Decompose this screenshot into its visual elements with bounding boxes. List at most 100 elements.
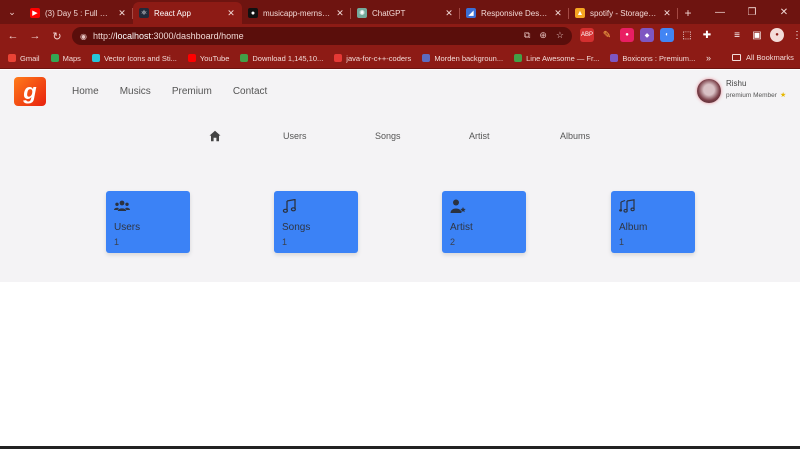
bookmark-label: Morden backgroun...	[434, 53, 504, 63]
all-bookmarks-button[interactable]: All Bookmarks	[732, 53, 794, 62]
profile-icon[interactable]: ●	[770, 28, 784, 42]
subnav-users[interactable]: Users	[283, 131, 307, 141]
tab-search-chevron-icon[interactable]: ⌄	[0, 0, 24, 24]
close-window-icon[interactable]: ✕	[768, 7, 800, 18]
app-logo[interactable]: g	[14, 77, 46, 106]
tab-title: musicapp-mernstack	[263, 8, 331, 18]
reading-list-icon[interactable]: ≡	[730, 28, 744, 42]
forward-button[interactable]: →	[24, 30, 46, 42]
bookmark-item[interactable]: Vector Icons and Sti...	[91, 53, 177, 63]
album-icon	[619, 199, 635, 213]
side-panel-icon[interactable]: ▣	[750, 28, 764, 42]
card-users[interactable]: Users 1	[106, 191, 190, 253]
nav-contact[interactable]: Contact	[233, 86, 267, 97]
bookmark-favicon-icon	[422, 54, 431, 62]
zoom-icon[interactable]: ⊕	[539, 30, 547, 41]
bookmark-favicon-icon	[8, 54, 16, 62]
bookmark-item[interactable]: Gmail	[8, 54, 40, 63]
subnav-songs[interactable]: Songs	[375, 131, 401, 141]
puzzle-extensions-icon[interactable]: ✚	[700, 28, 714, 42]
pen-extension-icon[interactable]: ✎	[600, 28, 614, 42]
new-tab-button[interactable]: +	[678, 2, 698, 24]
site-info-icon[interactable]: ◉	[80, 32, 87, 41]
browser-tab[interactable]: ▶ (3) Day 5 : Full Stack ✕	[24, 2, 133, 24]
bookmark-favicon-icon	[514, 54, 523, 62]
music-note-icon	[282, 198, 296, 213]
bookmark-label: YouTube	[199, 53, 230, 63]
bookmark-favicon-icon	[187, 54, 196, 62]
tab-close-icon[interactable]: ✕	[335, 8, 345, 19]
color-extension-icon[interactable]: ●	[620, 28, 634, 42]
tab-close-icon[interactable]: ✕	[444, 8, 454, 19]
card-count: 1	[114, 237, 120, 247]
subnav-albums[interactable]: Albums	[560, 131, 590, 141]
tab-close-icon[interactable]: ✕	[662, 8, 672, 19]
reload-button[interactable]: ↻	[46, 30, 68, 43]
tab-title: spotify - Storage - Fi	[590, 8, 658, 18]
minimize-icon[interactable]: —	[704, 7, 736, 18]
card-count: 2	[450, 237, 456, 247]
screenshot-extension-icon[interactable]: ⬚	[680, 28, 694, 42]
tab-title: React App	[154, 8, 191, 18]
browser-tab[interactable]: ◢ Responsive Design - ✕	[460, 2, 569, 24]
browser-tab[interactable]: ⚛ React App ✕	[133, 2, 242, 24]
card-title: Songs	[282, 222, 311, 233]
card-title: Artist	[450, 222, 473, 233]
browser-tab[interactable]: ▲ spotify - Storage - Fi ✕	[569, 2, 678, 24]
purple-extension-icon[interactable]: ◆	[640, 28, 654, 42]
subnav-artist[interactable]: Artist	[469, 131, 490, 141]
nav-home[interactable]: Home	[72, 86, 99, 97]
browser-tab[interactable]: ● musicapp-mernstack ✕	[242, 2, 351, 24]
tab-favicon-icon: ◢	[466, 8, 476, 18]
bookmark-item[interactable]: java-for-c++-coders	[334, 54, 411, 63]
browser-menu-icon[interactable]: ⋮	[790, 28, 800, 42]
bookmark-star-icon[interactable]: ☆	[556, 30, 564, 41]
bookmark-favicon-icon	[91, 54, 100, 62]
user-profile[interactable]: Rishu premium Member ★	[697, 79, 786, 103]
tab-favicon-icon: ⚛	[139, 8, 149, 18]
bookmark-label: Gmail	[20, 53, 40, 63]
bookmark-item[interactable]: YouTube	[187, 53, 230, 63]
bookmark-favicon-icon	[240, 54, 249, 62]
tab-close-icon[interactable]: ✕	[226, 8, 236, 19]
bookmark-item[interactable]: Download 1,145,10...	[240, 54, 323, 63]
nav-musics[interactable]: Musics	[120, 86, 151, 97]
home-icon[interactable]	[209, 130, 221, 142]
tab-close-icon[interactable]: ✕	[553, 8, 563, 19]
address-bar[interactable]: ◉ http://localhost:3000/dashboard/home ⧉…	[72, 27, 572, 45]
avatar[interactable]	[697, 79, 721, 103]
browser-tab[interactable]: ✺ ChatGPT ✕	[351, 2, 460, 24]
card-title: Users	[114, 222, 141, 233]
bookmark-label: Line Awesome — Fr...	[526, 53, 600, 63]
blue-extension-icon[interactable]: ◐	[660, 28, 674, 42]
tab-favicon-icon: ●	[248, 8, 258, 18]
bookmark-item[interactable]: Line Awesome — Fr...	[514, 54, 599, 63]
user-name: Rishu	[726, 79, 747, 88]
restore-icon[interactable]: ❐	[736, 7, 768, 18]
bookmark-label: Boxicons : Premium...	[622, 53, 696, 63]
star-icon: ★	[779, 92, 787, 99]
tab-close-icon[interactable]: ✕	[117, 8, 127, 19]
card-count: 1	[282, 237, 288, 247]
bookmark-favicon-icon	[610, 54, 619, 62]
card-count: 1	[619, 237, 625, 247]
card-artist[interactable]: Artist 2	[442, 191, 526, 253]
artist-icon	[450, 199, 466, 213]
adblock-extension-icon[interactable]: ABP	[580, 28, 594, 42]
bookmark-favicon-icon	[50, 54, 59, 62]
main-nav: Home Musics Premium Contact	[72, 86, 288, 97]
bookmark-item[interactable]: Morden backgroun...	[422, 54, 503, 63]
bookmark-label: Vector Icons and Sti...	[103, 53, 177, 63]
bookmark-item[interactable]: Boxicons : Premium...	[610, 54, 695, 63]
bookmark-favicon-icon	[334, 54, 343, 62]
nav-premium[interactable]: Premium	[172, 86, 212, 97]
url-text: http://localhost:3000/dashboard/home	[92, 31, 244, 41]
install-app-icon[interactable]: ⧉	[524, 30, 530, 41]
card-songs[interactable]: Songs 1	[274, 191, 358, 253]
window-controls: — ❐ ✕	[704, 0, 800, 24]
bookmark-item[interactable]: Maps	[50, 54, 81, 63]
more-bookmarks-icon[interactable]: »	[706, 53, 711, 63]
back-button[interactable]: ←	[2, 30, 24, 42]
users-icon	[114, 200, 130, 211]
card-album[interactable]: Album 1	[611, 191, 695, 253]
